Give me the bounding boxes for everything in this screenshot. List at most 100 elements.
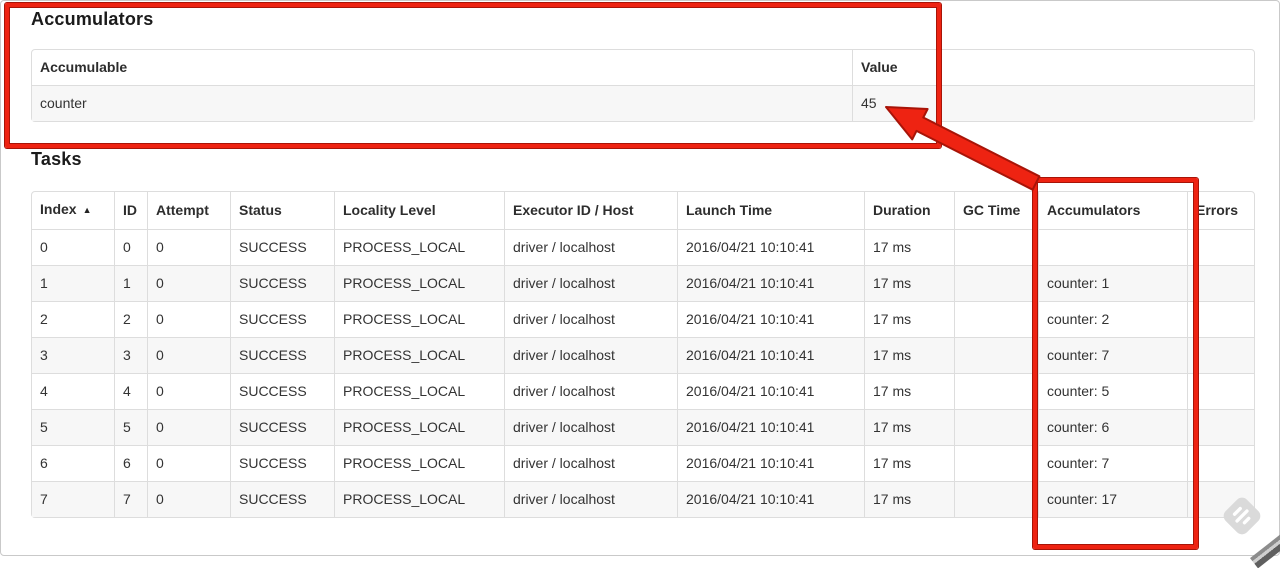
accumulators-table: Accumulable Value counter 45 [31,49,1255,122]
task-launch-time-cell: 2016/04/21 10:10:41 [677,337,864,373]
task-launch-time-cell: 2016/04/21 10:10:41 [677,301,864,337]
task-attempt-cell: 0 [147,445,230,481]
task-attempt-cell: 0 [147,229,230,265]
task-row: 6 6 0 SUCCESS PROCESS_LOCAL driver / loc… [32,445,1254,481]
executor-host-column-header[interactable]: Executor ID / Host [504,192,677,229]
task-id-cell: 6 [114,445,147,481]
task-duration-cell: 17 ms [864,229,954,265]
accumulable-name-cell: counter [32,85,852,121]
task-errors-cell [1187,337,1254,373]
task-row: 4 4 0 SUCCESS PROCESS_LOCAL driver / loc… [32,373,1254,409]
task-errors-cell [1187,373,1254,409]
tasks-table: Index ▲ ID Attempt Status Locality Level … [31,191,1255,518]
task-id-cell: 2 [114,301,147,337]
locality-level-column-header[interactable]: Locality Level [334,192,504,229]
task-locality-cell: PROCESS_LOCAL [334,265,504,301]
task-errors-cell [1187,265,1254,301]
task-executor-cell: driver / localhost [504,265,677,301]
task-index-cell: 6 [32,445,114,481]
task-accumulators-cell: counter: 7 [1038,445,1187,481]
task-accumulators-cell: counter: 2 [1038,301,1187,337]
task-id-cell: 1 [114,265,147,301]
task-id-cell: 4 [114,373,147,409]
task-launch-time-cell: 2016/04/21 10:10:41 [677,409,864,445]
task-executor-cell: driver / localhost [504,337,677,373]
accumulators-section-title: Accumulators [31,9,154,29]
task-executor-cell: driver / localhost [504,301,677,337]
task-launch-time-cell: 2016/04/21 10:10:41 [677,373,864,409]
task-row: 0 0 0 SUCCESS PROCESS_LOCAL driver / loc… [32,229,1254,265]
task-errors-cell [1187,301,1254,337]
task-status-cell: SUCCESS [230,229,334,265]
task-id-cell: 3 [114,337,147,373]
tasks-table-body: 0 0 0 SUCCESS PROCESS_LOCAL driver / loc… [32,229,1254,517]
task-errors-cell [1187,229,1254,265]
task-errors-cell [1187,481,1254,517]
errors-column-header[interactable]: Errors [1187,192,1254,229]
attempt-column-header[interactable]: Attempt [147,192,230,229]
task-duration-cell: 17 ms [864,373,954,409]
task-row: 7 7 0 SUCCESS PROCESS_LOCAL driver / loc… [32,481,1254,517]
task-locality-cell: PROCESS_LOCAL [334,229,504,265]
task-errors-cell [1187,409,1254,445]
task-gc-time-cell [954,337,1038,373]
corner-cursor-artifact [1250,534,1280,568]
task-gc-time-cell [954,409,1038,445]
task-errors-cell [1187,445,1254,481]
task-executor-cell: driver / localhost [504,373,677,409]
task-launch-time-cell: 2016/04/21 10:10:41 [677,481,864,517]
accumulator-row: counter 45 [32,85,1254,121]
status-column-header[interactable]: Status [230,192,334,229]
task-duration-cell: 17 ms [864,481,954,517]
tasks-header-row: Index ▲ ID Attempt Status Locality Level … [32,192,1254,229]
id-column-header[interactable]: ID [114,192,147,229]
task-locality-cell: PROCESS_LOCAL [334,373,504,409]
accumulators-column-header[interactable]: Accumulators [1038,192,1187,229]
task-attempt-cell: 0 [147,337,230,373]
task-gc-time-cell [954,229,1038,265]
value-column-header: Value [852,50,1254,85]
accumulable-column-header: Accumulable [40,59,128,75]
task-duration-cell: 17 ms [864,301,954,337]
task-locality-cell: PROCESS_LOCAL [334,409,504,445]
task-id-cell: 7 [114,481,147,517]
task-status-cell: SUCCESS [230,337,334,373]
duration-column-header[interactable]: Duration [864,192,954,229]
task-duration-cell: 17 ms [864,445,954,481]
task-gc-time-cell [954,481,1038,517]
task-gc-time-cell [954,445,1038,481]
task-status-cell: SUCCESS [230,481,334,517]
task-index-cell: 0 [32,229,114,265]
task-id-cell: 0 [114,229,147,265]
task-gc-time-cell [954,301,1038,337]
accumulable-value-cell: 45 [852,85,1254,121]
task-accumulators-cell: counter: 5 [1038,373,1187,409]
task-row: 1 1 0 SUCCESS PROCESS_LOCAL driver / loc… [32,265,1254,301]
tasks-section-title: Tasks [31,149,82,169]
task-executor-cell: driver / localhost [504,445,677,481]
task-index-cell: 5 [32,409,114,445]
task-gc-time-cell [954,373,1038,409]
task-row: 2 2 0 SUCCESS PROCESS_LOCAL driver / loc… [32,301,1254,337]
task-id-cell: 5 [114,409,147,445]
task-index-cell: 3 [32,337,114,373]
task-accumulators-cell: counter: 1 [1038,265,1187,301]
task-duration-cell: 17 ms [864,265,954,301]
task-attempt-cell: 0 [147,301,230,337]
task-locality-cell: PROCESS_LOCAL [334,481,504,517]
task-duration-cell: 17 ms [864,409,954,445]
task-gc-time-cell [954,265,1038,301]
task-status-cell: SUCCESS [230,265,334,301]
gc-time-column-header[interactable]: GC Time [954,192,1038,229]
task-locality-cell: PROCESS_LOCAL [334,337,504,373]
task-executor-cell: driver / localhost [504,229,677,265]
launch-time-column-header[interactable]: Launch Time [677,192,864,229]
task-launch-time-cell: 2016/04/21 10:10:41 [677,229,864,265]
task-status-cell: SUCCESS [230,301,334,337]
task-attempt-cell: 0 [147,265,230,301]
task-accumulators-cell [1038,229,1187,265]
index-column-header[interactable]: Index ▲ [32,192,114,229]
task-attempt-cell: 0 [147,481,230,517]
task-accumulators-cell: counter: 17 [1038,481,1187,517]
task-index-cell: 1 [32,265,114,301]
